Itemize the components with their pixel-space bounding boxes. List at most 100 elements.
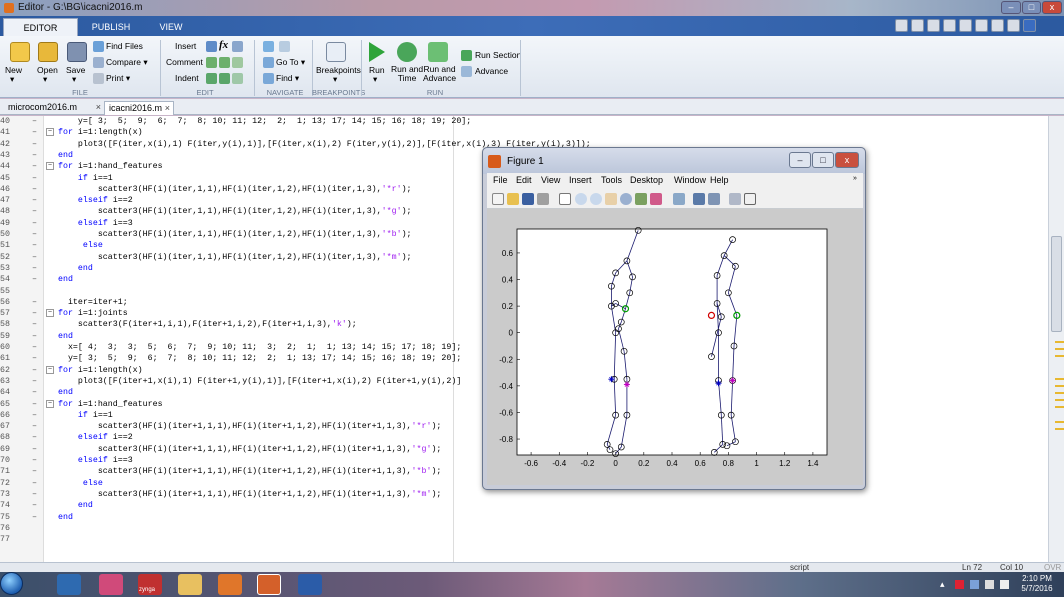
function-icon[interactable]: fx	[219, 39, 228, 51]
tray-volume-icon[interactable]	[1000, 580, 1009, 589]
quick-access-redo-icon[interactable]	[991, 19, 1004, 32]
line-breakpoint-marker[interactable]: –	[32, 263, 37, 274]
line-breakpoint-marker[interactable]: –	[32, 308, 37, 319]
insert-button[interactable]: Insert	[175, 41, 196, 51]
close-tab-icon[interactable]: ×	[165, 102, 170, 115]
taskbar-word-icon[interactable]	[298, 574, 322, 595]
tray-arrow-icon[interactable]: ▴	[940, 579, 945, 590]
uncomment-icon[interactable]	[219, 57, 230, 68]
taskbar-matlab-icon[interactable]	[257, 574, 281, 595]
line-breakpoint-marker[interactable]: –	[32, 184, 37, 195]
run-section-button[interactable]: Run Section	[475, 50, 521, 60]
menu-view[interactable]: View	[541, 175, 560, 185]
rotate-3d-icon[interactable]	[620, 193, 632, 205]
line-breakpoint-marker[interactable]: –	[32, 387, 37, 398]
file-tab-microcom2016[interactable]: microcom2016.m ×	[4, 101, 104, 115]
code-line[interactable]: 77	[0, 534, 1048, 545]
help-icon[interactable]	[1023, 19, 1036, 32]
compare-button[interactable]: Compare ▾	[106, 57, 148, 68]
advance-button[interactable]: Advance	[475, 66, 508, 76]
line-breakpoint-marker[interactable]: –	[32, 161, 37, 172]
fold-toggle-icon[interactable]: −	[46, 309, 54, 318]
taskbar-clock[interactable]: 2:10 PM 5/7/2016	[1014, 574, 1060, 594]
minimize-button[interactable]: –	[1001, 1, 1021, 14]
fold-toggle-icon[interactable]: −	[46, 365, 54, 374]
insert-legend-icon[interactable]	[708, 193, 720, 205]
find-button[interactable]: Find ▾	[276, 73, 299, 84]
figure-close-button[interactable]: x	[835, 152, 859, 168]
print-figure-icon[interactable]	[537, 193, 549, 205]
fold-toggle-icon[interactable]: −	[46, 128, 54, 137]
line-breakpoint-marker[interactable]: –	[32, 444, 37, 455]
comment-button[interactable]: Comment	[166, 57, 203, 67]
editor-vertical-scrollbar[interactable]	[1048, 116, 1064, 562]
line-breakpoint-marker[interactable]: –	[32, 466, 37, 477]
line-breakpoint-marker[interactable]: –	[32, 455, 37, 466]
line-breakpoint-marker[interactable]: –	[32, 489, 37, 500]
insert-options-icon[interactable]	[232, 41, 243, 52]
taskbar-app-icon-1[interactable]	[57, 574, 81, 595]
file-tab-icacni2016[interactable]: icacni2016.m ×	[104, 101, 174, 115]
line-breakpoint-marker[interactable]: –	[32, 127, 37, 138]
quick-access-cut-icon[interactable]	[927, 19, 940, 32]
line-breakpoint-marker[interactable]: –	[32, 139, 37, 150]
fold-toggle-icon[interactable]: −	[46, 399, 54, 408]
show-plot-tools-icon[interactable]	[744, 193, 756, 205]
tray-battery-icon[interactable]	[985, 580, 994, 589]
menu-desktop[interactable]: Desktop	[630, 175, 663, 185]
plot-area[interactable]	[516, 228, 828, 456]
taskbar-explorer-icon[interactable]	[178, 574, 202, 595]
find-files-button[interactable]: Find Files	[106, 41, 143, 51]
brush-icon[interactable]	[650, 193, 662, 205]
save-icon[interactable]	[67, 42, 87, 62]
menu-insert[interactable]: Insert	[569, 175, 592, 185]
print-button[interactable]: Print ▾	[106, 73, 130, 84]
line-breakpoint-marker[interactable]: –	[32, 297, 37, 308]
line-breakpoint-marker[interactable]: –	[32, 150, 37, 161]
decrease-indent-icon[interactable]	[232, 73, 243, 84]
taskbar-app-icon-2[interactable]	[99, 574, 123, 595]
breakpoints-button[interactable]: Breakpoints	[316, 65, 361, 75]
increase-indent-icon[interactable]	[219, 73, 230, 84]
fold-toggle-icon[interactable]: −	[46, 162, 54, 171]
line-breakpoint-marker[interactable]: –	[32, 116, 37, 127]
line-breakpoint-marker[interactable]: –	[32, 274, 37, 285]
save-figure-icon[interactable]	[522, 193, 534, 205]
menu-file[interactable]: File	[493, 175, 508, 185]
line-breakpoint-marker[interactable]: –	[32, 376, 37, 387]
quick-access-save-icon[interactable]	[911, 19, 924, 32]
zoom-in-icon[interactable]	[575, 193, 587, 205]
quick-access-switch-icon[interactable]	[1007, 19, 1020, 32]
line-breakpoint-marker[interactable]: –	[32, 500, 37, 511]
indent-button[interactable]: Indent	[175, 73, 199, 83]
tab-editor[interactable]: EDITOR	[3, 18, 78, 36]
line-breakpoint-marker[interactable]: –	[32, 421, 37, 432]
figure-minimize-button[interactable]: –	[789, 152, 811, 168]
line-breakpoint-marker[interactable]: –	[32, 331, 37, 342]
line-breakpoint-marker[interactable]: –	[32, 252, 37, 263]
line-breakpoint-marker[interactable]: –	[32, 353, 37, 364]
tab-view[interactable]: VIEW	[146, 18, 196, 36]
line-breakpoint-marker[interactable]: –	[32, 342, 37, 353]
start-button[interactable]	[0, 572, 23, 595]
run-and-advance-icon[interactable]	[428, 42, 448, 62]
wrap-comments-icon[interactable]	[232, 57, 243, 68]
line-breakpoint-marker[interactable]: –	[32, 399, 37, 410]
quick-access-paste-icon[interactable]	[959, 19, 972, 32]
ribbon-options-icon[interactable]	[1039, 19, 1059, 32]
menu-overflow-icon[interactable]: »	[853, 175, 857, 182]
tray-network-icon[interactable]	[970, 580, 979, 589]
maximize-button[interactable]: □	[1022, 1, 1041, 14]
insert-section-icon[interactable]	[206, 41, 217, 52]
data-cursor-icon[interactable]	[635, 193, 647, 205]
run-and-time-icon[interactable]	[397, 42, 417, 62]
code-line[interactable]: 76	[0, 523, 1048, 534]
breakpoints-icon[interactable]	[326, 42, 346, 62]
open-button[interactable]: Open	[37, 65, 58, 75]
menu-window[interactable]: Window	[674, 175, 706, 185]
line-breakpoint-marker[interactable]: –	[32, 229, 37, 240]
tab-publish[interactable]: PUBLISH	[82, 18, 140, 36]
line-breakpoint-marker[interactable]: –	[32, 410, 37, 421]
taskbar-zynga-icon[interactable]: zynga	[138, 574, 162, 595]
line-breakpoint-marker[interactable]: –	[32, 240, 37, 251]
